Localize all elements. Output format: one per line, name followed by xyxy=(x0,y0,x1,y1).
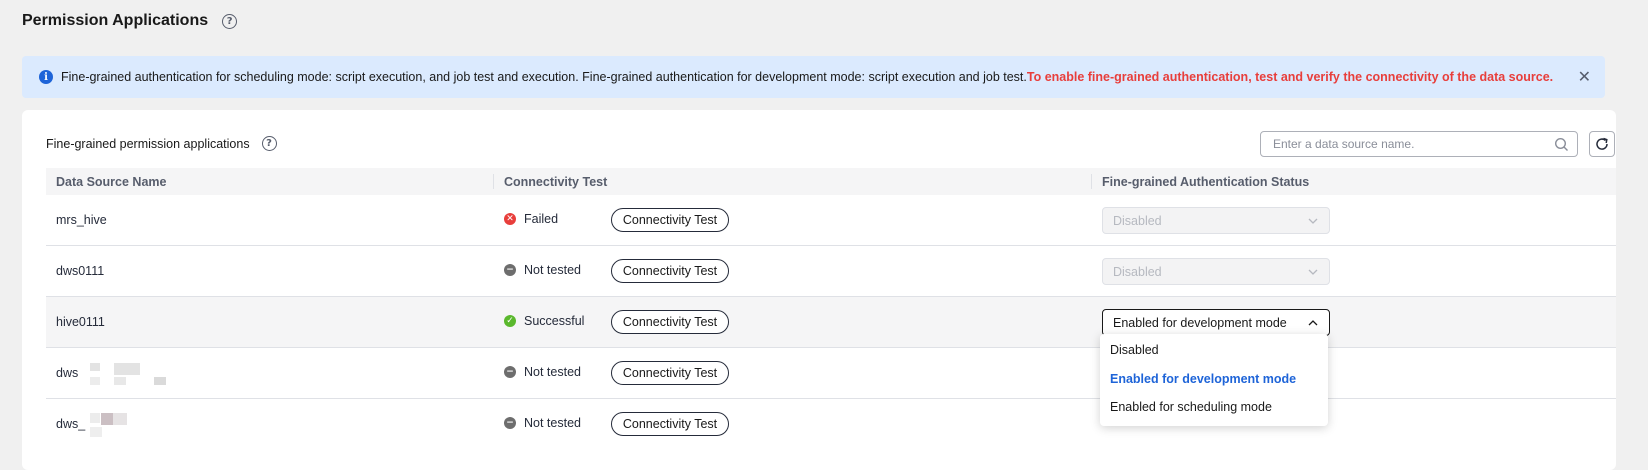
table-row: mrs_hive ✕ Failed Connectivity Test Disa… xyxy=(46,195,1616,246)
chevron-down-icon xyxy=(1308,269,1318,275)
auth-status-dropdown: Disabled Enabled for development mode En… xyxy=(1100,334,1328,426)
connectivity-status: ✓ Successful xyxy=(504,314,584,328)
success-icon: ✓ xyxy=(504,315,516,327)
search-icon[interactable] xyxy=(1554,137,1569,152)
table-row: hive0111 ✓ Successful Connectivity Test … xyxy=(46,297,1616,348)
status-text: Not tested xyxy=(524,416,581,430)
table-header: Data Source Name Connectivity Test Fine-… xyxy=(46,168,1616,195)
connectivity-test-button[interactable]: Connectivity Test xyxy=(611,310,729,334)
data-source-name: dws xyxy=(56,366,79,380)
connectivity-test-button[interactable]: Connectivity Test xyxy=(611,208,729,232)
column-header-auth-status: Fine-grained Authentication Status xyxy=(1102,175,1310,189)
info-banner: i Fine-grained authentication for schedu… xyxy=(22,56,1605,98)
select-value: Enabled for development mode xyxy=(1113,315,1287,330)
search-box[interactable] xyxy=(1260,131,1578,157)
select-value: Disabled xyxy=(1113,213,1162,228)
close-icon[interactable]: ✕ xyxy=(1578,67,1591,86)
page-title-text: Permission Applications xyxy=(22,12,209,29)
chevron-up-icon xyxy=(1308,320,1318,326)
column-divider xyxy=(1091,174,1092,189)
redacted-mosaic xyxy=(114,377,126,385)
help-icon[interactable]: ? xyxy=(261,136,277,151)
redacted-mosaic xyxy=(101,413,113,425)
table-row: dws − Not tested Connectivity Test xyxy=(46,348,1616,399)
connectivity-status: − Not tested xyxy=(504,263,581,277)
redacted-mosaic xyxy=(154,377,166,385)
connectivity-status: − Not tested xyxy=(504,365,581,379)
help-icon[interactable]: ? xyxy=(222,13,238,29)
column-header-connectivity: Connectivity Test xyxy=(504,175,608,189)
connectivity-test-button[interactable]: Connectivity Test xyxy=(611,361,729,385)
refresh-icon xyxy=(1596,137,1608,150)
refresh-button[interactable] xyxy=(1589,131,1615,157)
connectivity-status: ✕ Failed xyxy=(504,212,558,226)
redacted-mosaic xyxy=(90,413,100,423)
section-title-text: Fine-grained permission applications xyxy=(46,136,250,151)
section-title: Fine-grained permission applications ? xyxy=(46,136,277,151)
banner-warning-text: To enable fine-grained authentication, t… xyxy=(1026,70,1554,84)
table-row: dws_ − Not tested Connectivity Test xyxy=(46,399,1616,449)
search-input[interactable] xyxy=(1271,136,1545,152)
data-source-name: dws_ xyxy=(56,417,86,431)
not-tested-icon: − xyxy=(504,417,516,429)
status-text: Not tested xyxy=(524,263,581,277)
info-icon: i xyxy=(39,70,53,84)
connectivity-test-button[interactable]: Connectivity Test xyxy=(611,259,729,283)
redacted-mosaic xyxy=(114,363,140,375)
redacted-mosaic xyxy=(113,413,127,425)
status-text: Successful xyxy=(524,314,585,328)
select-value: Disabled xyxy=(1113,264,1162,279)
page-title: Permission Applications ? xyxy=(22,12,238,30)
redacted-mosaic xyxy=(90,363,100,371)
column-divider xyxy=(493,174,494,189)
banner-info-text: Fine-grained authentication for scheduli… xyxy=(61,70,1027,84)
auth-status-select[interactable]: Enabled for development mode xyxy=(1102,309,1330,336)
failed-icon: ✕ xyxy=(504,213,516,225)
data-source-name: hive0111 xyxy=(56,315,105,329)
connectivity-test-button[interactable]: Connectivity Test xyxy=(611,412,729,436)
connectivity-status: − Not tested xyxy=(504,416,581,430)
data-source-name: mrs_hive xyxy=(56,213,107,227)
redacted-mosaic xyxy=(90,427,102,437)
data-source-name: dws0111 xyxy=(56,264,105,278)
status-text: Failed xyxy=(524,212,559,226)
auth-status-select: Disabled xyxy=(1102,258,1330,285)
not-tested-icon: − xyxy=(504,366,516,378)
auth-status-select: Disabled xyxy=(1102,207,1330,234)
redacted-mosaic xyxy=(90,377,100,385)
column-header-name: Data Source Name xyxy=(56,175,167,189)
dropdown-option-disabled[interactable]: Disabled xyxy=(1110,343,1159,357)
permission-card: Fine-grained permission applications ? D… xyxy=(22,110,1616,470)
dropdown-option-scheduling-mode[interactable]: Enabled for scheduling mode xyxy=(1110,400,1272,414)
chevron-down-icon xyxy=(1308,218,1318,224)
not-tested-icon: − xyxy=(504,264,516,276)
status-text: Not tested xyxy=(524,365,581,379)
dropdown-option-development-mode[interactable]: Enabled for development mode xyxy=(1110,372,1296,386)
table-row: dws0111 − Not tested Connectivity Test D… xyxy=(46,246,1616,297)
